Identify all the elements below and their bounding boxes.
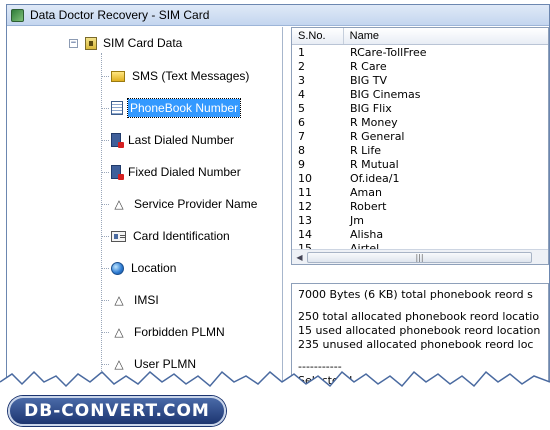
cell-name: Of.idea/1 — [350, 172, 400, 185]
globe-icon — [111, 261, 124, 275]
cell-sno: 1 — [298, 46, 305, 59]
cell-sno: 3 — [298, 74, 305, 87]
tree-item-label: Card Identification — [133, 229, 230, 243]
column-header-name[interactable]: Name — [344, 28, 548, 44]
table-row[interactable]: 14 Alisha — [292, 228, 548, 242]
cell-sno: 9 — [298, 158, 305, 171]
title-bar: Data Doctor Recovery - SIM Card — [7, 5, 549, 26]
tree-item-label: Location — [131, 261, 177, 275]
cell-sno: 13 — [298, 214, 312, 227]
app-icon — [11, 8, 24, 22]
tower-icon: △ — [114, 197, 124, 211]
summary-line: 235 unused allocated phonebook reord loc — [298, 338, 534, 351]
cell-name: R General — [350, 130, 405, 143]
tower-icon: △ — [114, 325, 124, 339]
tree-item-label: Service Provider Name — [134, 197, 258, 211]
tower-icon: △ — [114, 293, 124, 307]
tree-item-label: PhoneBook Number — [126, 98, 242, 118]
tree-item-location[interactable]: Location — [101, 257, 178, 279]
table-row[interactable]: 11 Aman — [292, 186, 548, 200]
tree-item-label: Forbidden PLMN — [134, 325, 225, 339]
id-card-icon — [111, 230, 126, 242]
tree-item-label: Fixed Dialed Number — [128, 165, 241, 179]
tree-item-sms[interactable]: SMS (Text Messages) — [101, 65, 251, 87]
envelope-icon — [111, 70, 125, 82]
tree-item-last-dialed[interactable]: Last Dialed Number — [101, 129, 236, 151]
table-row[interactable]: 8 R Life — [292, 144, 548, 158]
cell-sno: 7 — [298, 130, 305, 143]
table-row[interactable]: 5 BIG Flix — [292, 102, 548, 116]
cell-name: Aman — [350, 186, 382, 199]
app-window: Data Doctor Recovery - SIM Card − SIM Ca… — [6, 4, 550, 388]
cell-sno: 14 — [298, 228, 312, 241]
brand-badge[interactable]: DB-CONVERT.COM — [8, 396, 226, 426]
cell-sno: 6 — [298, 116, 305, 129]
cell-sno: 4 — [298, 88, 305, 101]
window-title: Data Doctor Recovery - SIM Card — [30, 8, 210, 22]
table-row[interactable]: 7 R General — [292, 130, 548, 144]
torn-edge-decoration — [0, 370, 550, 400]
scrollbar-thumb[interactable]: ||| — [307, 251, 532, 263]
cell-name: RCare-TollFree — [350, 46, 427, 59]
cell-name: R Care — [350, 60, 387, 73]
cell-name: Jm — [350, 214, 364, 227]
phonebook-table: S.No. Name 1 RCare-TollFree 2 R Care 3 BIG … — [291, 27, 549, 265]
table-body: 1 RCare-TollFree 2 R Care 3 BIG TV 4 BIG Cin… — [292, 46, 548, 256]
column-header-sno[interactable]: S.No. — [292, 28, 344, 44]
cell-sno: 10 — [298, 172, 312, 185]
tree-item-fixed-dialed[interactable]: Fixed Dialed Number — [101, 161, 243, 183]
summary-line: 7000 Bytes (6 KB) total phonebook reord … — [298, 288, 533, 301]
tree-item-forbidden-plmn[interactable]: △ Forbidden PLMN — [101, 321, 227, 343]
phone-icon — [111, 133, 124, 148]
cell-name: R Mutual — [350, 158, 399, 171]
table-row[interactable]: 13 Jm — [292, 214, 548, 228]
cell-name: BIG Flix — [350, 102, 392, 115]
tree-root[interactable]: − SIM Card Data — [69, 36, 182, 50]
cell-name: R Life — [350, 144, 381, 157]
collapse-icon[interactable]: − — [69, 38, 78, 48]
table-row[interactable]: 4 BIG Cinemas — [292, 88, 548, 102]
tree-item-label: Last Dialed Number — [128, 133, 235, 147]
tree-item-phonebook[interactable]: PhoneBook Number — [101, 97, 242, 119]
scroll-left-icon[interactable]: ◀ — [292, 250, 307, 265]
table-row[interactable]: 2 R Care — [292, 60, 548, 74]
table-header: S.No. Name — [292, 28, 548, 45]
cell-sno: 5 — [298, 102, 305, 115]
sim-data-tree: − SIM Card Data SMS (Text Messages) Phon… — [7, 27, 283, 387]
cell-name: R Money — [350, 116, 398, 129]
table-row[interactable]: 1 RCare-TollFree — [292, 46, 548, 60]
tree-item-label: IMSI — [134, 293, 159, 307]
cell-name: Robert — [350, 200, 387, 213]
brand-text: DB-CONVERT.COM — [24, 401, 210, 421]
cell-name: BIG TV — [350, 74, 388, 87]
cell-name: Alisha — [350, 228, 384, 241]
tree-root-label: SIM Card Data — [103, 36, 183, 50]
horizontal-scrollbar[interactable]: ◀ ||| — [292, 249, 548, 264]
summary-line: 15 used allocated phonebook reord locati… — [298, 324, 541, 337]
table-row[interactable]: 12 Robert — [292, 200, 548, 214]
table-row[interactable]: 10 Of.idea/1 — [292, 172, 548, 186]
cell-name: BIG Cinemas — [350, 88, 421, 101]
table-row[interactable]: 6 R Money — [292, 116, 548, 130]
table-row[interactable]: 9 R Mutual — [292, 158, 548, 172]
table-row[interactable]: 3 BIG TV — [292, 74, 548, 88]
tree-item-service-provider[interactable]: △ Service Provider Name — [101, 193, 259, 215]
cell-sno: 12 — [298, 200, 312, 213]
phone-icon — [111, 165, 124, 180]
tree-item-imsi[interactable]: △ IMSI — [101, 289, 161, 311]
sim-card-icon — [85, 36, 97, 50]
tree-item-card-identification[interactable]: Card Identification — [101, 225, 232, 247]
cell-sno: 8 — [298, 144, 305, 157]
summary-line: 250 total allocated phonebook reord loca… — [298, 310, 540, 323]
cell-sno: 2 — [298, 60, 305, 73]
phonebook-icon — [111, 101, 123, 115]
cell-sno: 11 — [298, 186, 312, 199]
tree-item-label: SMS (Text Messages) — [132, 69, 250, 83]
